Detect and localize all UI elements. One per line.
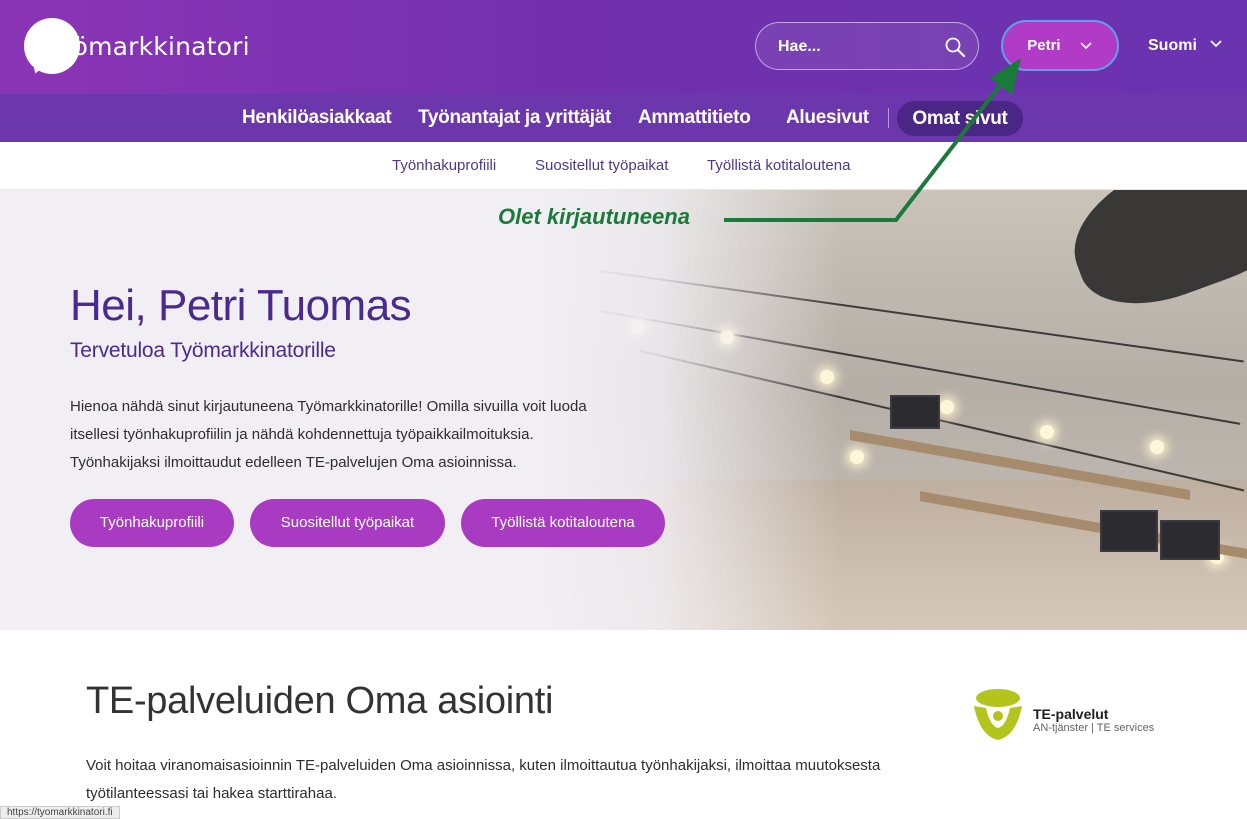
logo-text: Työmarkkinatori: [46, 32, 250, 61]
monitor-shape: [1100, 510, 1158, 552]
monitor-shape: [890, 395, 940, 429]
sub-navigation: Työnhakuprofiili Suositellut työpaikat T…: [0, 142, 1247, 190]
user-menu-label: Petri: [1027, 37, 1061, 54]
nav-divider: [888, 108, 889, 128]
search-icon[interactable]: [944, 36, 966, 58]
chevron-down-icon: [1080, 42, 1092, 50]
hero-description: Hienoa nähdä sinut kirjautuneena Työmark…: [70, 398, 587, 471]
nav-item-aluesivut[interactable]: Aluesivut: [786, 94, 869, 142]
te-logo-name: TE-palvelut: [1033, 706, 1109, 722]
subnav-item-tyonhakuprofiili[interactable]: Työnhakuprofiili: [392, 142, 496, 190]
user-menu-button[interactable]: Petri: [1001, 20, 1119, 71]
te-logo-tagline: AN-tjänster | TE services: [1033, 722, 1155, 734]
chevron-down-icon: [1210, 40, 1222, 48]
light-bulb: [1040, 425, 1054, 439]
nav-item-ammattitieto[interactable]: Ammattitieto: [638, 94, 751, 142]
main-navigation: Henkilöasiakkaat Työnantajat ja yrittäjä…: [0, 94, 1247, 142]
header-bar: Työmarkkinatori Petri Suomi: [0, 0, 1247, 94]
language-selector[interactable]: Suomi: [1148, 32, 1223, 60]
subnav-item-suositellut[interactable]: Suositellut työpaikat: [535, 142, 668, 190]
nav-item-omat-sivut[interactable]: Omat sivut: [897, 101, 1023, 136]
annotation-label: Olet kirjautuneena: [498, 204, 690, 229]
hero-title: Hei, Petri Tuomas: [70, 281, 412, 330]
tyonhakuprofiili-button[interactable]: Työnhakuprofiili: [70, 499, 234, 547]
light-bulb: [940, 400, 954, 414]
office-photo: [540, 190, 1247, 630]
subnav-item-kotitalous[interactable]: Työllistä kotitaloutena: [707, 142, 850, 190]
search-box[interactable]: [755, 22, 979, 70]
lamp-shape: [1054, 190, 1247, 326]
monitor-shape: [1160, 520, 1220, 560]
logo[interactable]: Työmarkkinatori: [24, 18, 250, 77]
suositellut-tyopaikat-button[interactable]: Suositellut työpaikat: [250, 499, 445, 547]
section-title: TE-palveluiden Oma asiointi: [86, 680, 554, 722]
section-text: Voit hoitaa viranomaisasioinnin TE-palve…: [86, 757, 881, 802]
te-palvelut-logo-icon: [974, 689, 1022, 740]
nav-item-tyonantajat[interactable]: Työnantajat ja yrittäjät: [418, 94, 611, 142]
light-bulb: [850, 450, 864, 464]
status-bar-url: https://tyomarkkinatori.fi: [0, 806, 120, 819]
light-bulb: [1150, 440, 1164, 454]
language-label: Suomi: [1148, 37, 1197, 54]
search-input[interactable]: [778, 35, 928, 59]
nav-item-henkiloasiakkaat[interactable]: Henkilöasiakkaat: [242, 94, 392, 142]
tyollista-kotitaloutena-button[interactable]: Työllistä kotitaloutena: [461, 499, 665, 547]
hero-subtitle: Tervetuloa Työmarkkinatorille: [70, 339, 336, 362]
